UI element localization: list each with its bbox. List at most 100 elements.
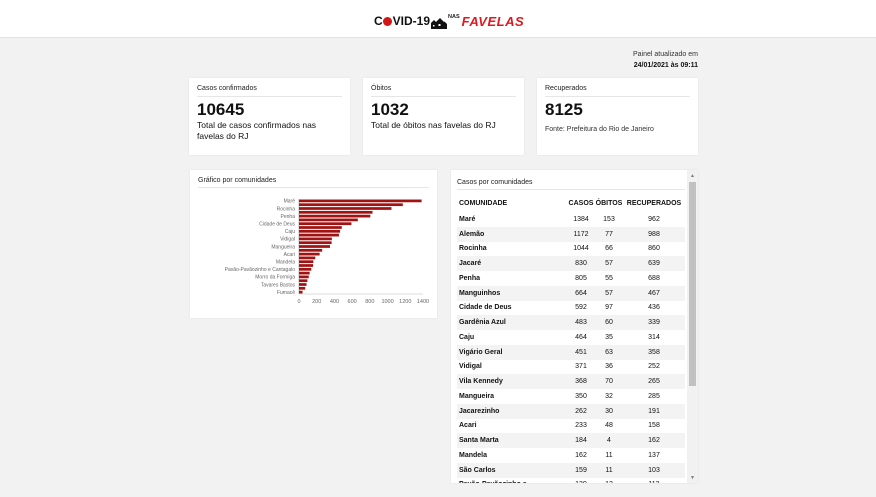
cell-cases: 368	[567, 374, 595, 389]
chart-bar	[299, 290, 303, 294]
cell-community: Vigário Geral	[457, 344, 567, 360]
col-header-recovered[interactable]: RECUPERADOS	[623, 195, 685, 212]
chart-y-tick-label: Acari	[284, 252, 295, 258]
cell-recovered: 158	[648, 422, 660, 430]
table-row: Vila Kennedy 368 70 265	[457, 374, 685, 389]
chart-x-tick-label: 1000	[381, 299, 393, 305]
cell-recovered: 103	[623, 462, 685, 478]
cell-deaths: 36	[605, 363, 613, 371]
table-row: Penha 805 55 688	[457, 271, 685, 286]
cell-community: Gardênia Azul	[457, 315, 567, 330]
cell-community: Vila Kennedy	[457, 374, 567, 389]
table-row: Jacaré 830 57 639	[457, 256, 685, 271]
deaths-title: Óbitos	[371, 85, 516, 97]
cell-deaths: 35	[605, 333, 613, 341]
chart-y-tick-label: Vidigal	[280, 237, 295, 243]
cell-cases: 805	[575, 274, 587, 282]
cell-cases: 451	[567, 344, 595, 360]
chart-bar	[299, 275, 309, 279]
chart-y-tick-label: Morro da Formiga	[255, 275, 295, 281]
cell-cases: 483	[567, 315, 595, 330]
chart-y-tick-label: Mangueira	[271, 244, 295, 250]
cell-community: Caju	[459, 333, 475, 341]
chart-x-tick-label: 400	[330, 299, 339, 305]
chart-bar	[299, 267, 312, 271]
cell-deaths: 30	[595, 403, 623, 419]
deaths-desc: Total de óbitos nas favelas do RJ	[371, 120, 496, 130]
cell-deaths: 11	[595, 462, 623, 478]
col-header-cases[interactable]: CASOS	[567, 195, 595, 212]
cell-deaths: 57	[595, 285, 623, 301]
chart-bar	[299, 199, 422, 203]
cell-recovered: 962	[648, 215, 660, 223]
chart-bar	[299, 233, 339, 237]
table-row: Pavão-Pavãozinho e13912113	[457, 478, 685, 483]
cell-deaths: 55	[605, 274, 613, 282]
chart-bar	[299, 283, 307, 286]
table-title-divider	[457, 189, 685, 190]
cell-community: São Carlos	[457, 462, 567, 478]
virus-icon	[383, 16, 393, 26]
cell-cases: 1044	[573, 245, 589, 253]
cell-community: Alemão	[457, 226, 567, 242]
table-row: Mangueira 350 32 285	[457, 389, 685, 404]
chart-bar	[299, 241, 332, 245]
confirmed-cases-value: 10645	[197, 100, 245, 119]
cell-recovered: 639	[623, 256, 685, 271]
chart-x-tick-label: 1200	[399, 299, 411, 305]
cell-cases: 464	[575, 333, 587, 341]
chart-bar	[299, 245, 330, 248]
deaths-card: Óbitos 1032 Total de óbitos nas favelas …	[363, 78, 524, 155]
community-table: COMUNIDADE CASOS ÓBITOS RECUPERADOS Maré…	[457, 195, 685, 483]
table-row: Manguinhos 664 57 467	[457, 285, 685, 301]
cell-cases: 139	[567, 478, 595, 483]
table-row: Acari 233 48 158	[457, 419, 685, 434]
confirmed-cases-card: Casos confirmados 10645 Total de casos c…	[189, 78, 350, 155]
chart-bar	[299, 264, 314, 267]
community-table-card: Casos por comunidades COMUNIDADE CASOS Ó…	[451, 170, 698, 483]
chart-x-tick-label: 600	[348, 299, 357, 305]
scroll-down-arrow-icon[interactable]: ▼	[687, 472, 698, 483]
recovered-source: Fonte: Prefeitura do Rio de Janeiro	[545, 126, 654, 133]
scroll-up-arrow-icon[interactable]: ▲	[687, 170, 698, 181]
col-header-deaths[interactable]: ÓBITOS	[595, 195, 623, 212]
chart-bar	[299, 256, 316, 260]
chart-y-tick-label: Cidade de Deus	[259, 222, 295, 228]
cell-cases: 1384	[573, 215, 589, 223]
chart-bar	[299, 214, 371, 218]
cell-community: Rocinha	[459, 245, 487, 253]
last-updated-label: Painel atualizado em	[633, 51, 698, 58]
logo-text-favelas: FAVELAS	[461, 13, 525, 29]
table-row: Santa Marta 184 4 162	[457, 433, 685, 448]
table-scrollbar[interactable]: ▲ ▼	[687, 170, 698, 483]
cell-recovered: 339	[623, 315, 685, 330]
chart-bar	[299, 260, 314, 264]
chart-x-tick-label: 0	[297, 299, 300, 305]
table-row: Gardênia Azul 483 60 339	[457, 315, 685, 330]
chart-bar	[299, 252, 320, 256]
chart-y-tick-label: Pavão-Pavãozinho e Cantagalo	[225, 267, 296, 273]
cell-cases: 592	[575, 304, 587, 312]
cell-community: Jacarezinho	[457, 403, 567, 419]
scrollbar-thumb[interactable]	[689, 182, 696, 386]
table-row: Alemão 1172 77 988	[457, 226, 685, 242]
cell-cases: 830	[567, 256, 595, 271]
chart-bar	[299, 279, 308, 283]
chart-bar	[299, 226, 342, 229]
cell-cases: 162	[575, 451, 587, 459]
top-bar: C VID-19 NAS FAVELAS	[0, 0, 876, 38]
cell-deaths: 57	[595, 256, 623, 271]
cell-deaths: 60	[595, 315, 623, 330]
table-row: Mandela 162 11 137	[457, 448, 685, 463]
cell-community: Mangueira	[459, 392, 495, 400]
community-bar-chart: MaréRocinha Penha Cidade de DeusCaju Vidiga…	[225, 199, 429, 305]
site-logo[interactable]: C VID-19 NAS FAVELAS	[374, 13, 524, 29]
recovered-card: Recuperados 8125 Fonte: Prefeitura do Ri…	[537, 78, 698, 155]
col-header-community[interactable]: COMUNIDADE	[457, 195, 567, 212]
cell-cases: 1172	[567, 226, 595, 242]
cell-community: Pavão-Pavãozinho e	[457, 478, 567, 483]
chart-x-tick-label: 800	[365, 299, 374, 305]
confirmed-cases-desc: Total de casos confirmados nas favelas d…	[197, 120, 317, 141]
cell-community: Acari	[459, 422, 477, 430]
table-row: Rocinha 1044 66 860	[457, 242, 685, 257]
